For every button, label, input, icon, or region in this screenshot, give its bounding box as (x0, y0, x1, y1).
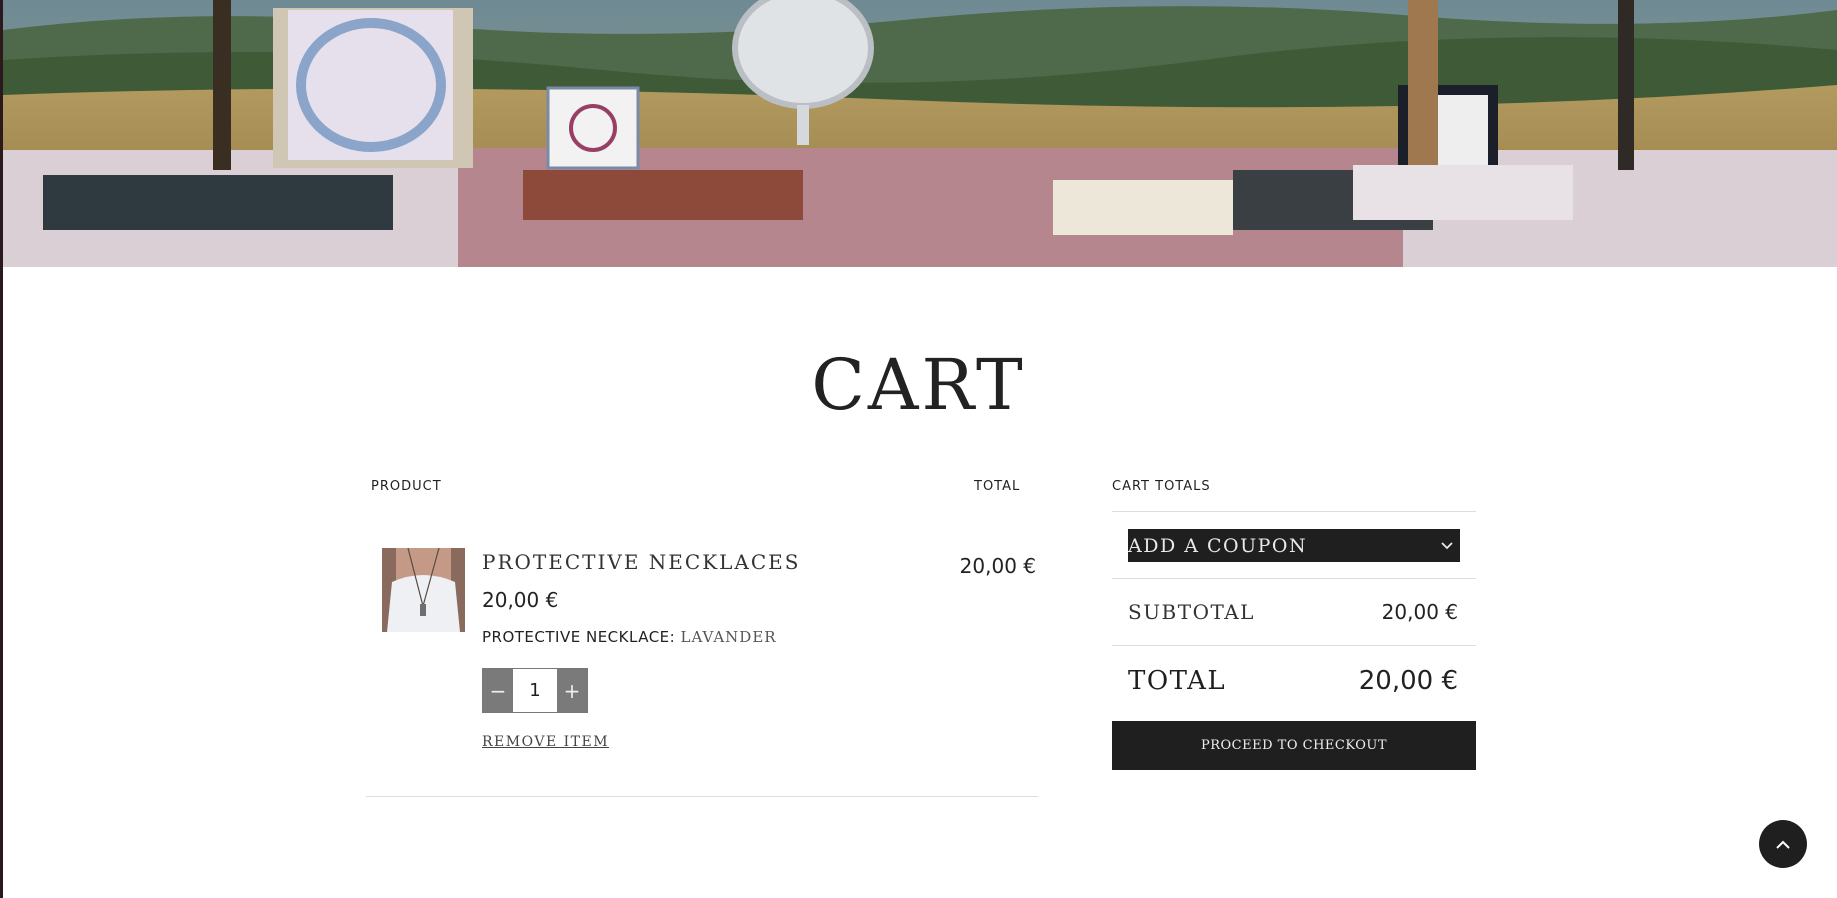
total-value: 20,00 € (1358, 666, 1458, 696)
market-stall-photo (3, 0, 1837, 267)
total-label: TOTAL (1128, 666, 1227, 696)
items-divider (366, 796, 1038, 797)
line-total: 20,00 € (959, 554, 1036, 578)
add-coupon-toggle[interactable]: ADD A COUPON (1128, 529, 1460, 562)
totals-divider (1112, 645, 1476, 646)
product-variation: PROTECTIVE NECKLACE: LAVANDER (482, 628, 777, 646)
totals-divider (1112, 578, 1476, 579)
quantity-increase-button[interactable]: + (557, 669, 587, 712)
necklace-photo (382, 548, 465, 632)
product-name-link[interactable]: PROTECTIVE NECKLACES (482, 550, 800, 574)
page-title: CART (811, 344, 1026, 426)
totals-divider (1112, 511, 1476, 512)
subtotal-value: 20,00 € (1381, 600, 1458, 624)
coupon-label: ADD A COUPON (1128, 534, 1308, 557)
chevron-up-icon (1776, 840, 1790, 849)
hero-banner (3, 0, 1837, 267)
proceed-to-checkout-button[interactable]: PROCEED TO CHECKOUT (1112, 721, 1476, 770)
product-thumbnail[interactable] (382, 548, 465, 632)
scroll-to-top-button[interactable] (1759, 820, 1807, 868)
variation-label: PROTECTIVE NECKLACE: (482, 628, 676, 646)
plus-icon: + (563, 678, 581, 703)
cart-totals-heading: CART TOTALS (1112, 479, 1211, 494)
product-column-header: PRODUCT (371, 479, 442, 494)
quantity-stepper: − 1 + (482, 668, 588, 713)
quantity-input[interactable]: 1 (513, 669, 557, 712)
total-column-header: TOTAL (974, 479, 1021, 494)
quantity-decrease-button[interactable]: − (483, 669, 513, 712)
chevron-down-icon (1440, 539, 1454, 553)
minus-icon: − (489, 678, 507, 703)
subtotal-label: SUBTOTAL (1128, 600, 1255, 624)
remove-item-link[interactable]: REMOVE ITEM (482, 734, 609, 750)
product-price: 20,00 € (482, 588, 559, 612)
variation-value: LAVANDER (680, 628, 777, 646)
cart-page: CART PRODUCT TOTAL PROTECTIVE NECKLACES … (0, 0, 1837, 898)
